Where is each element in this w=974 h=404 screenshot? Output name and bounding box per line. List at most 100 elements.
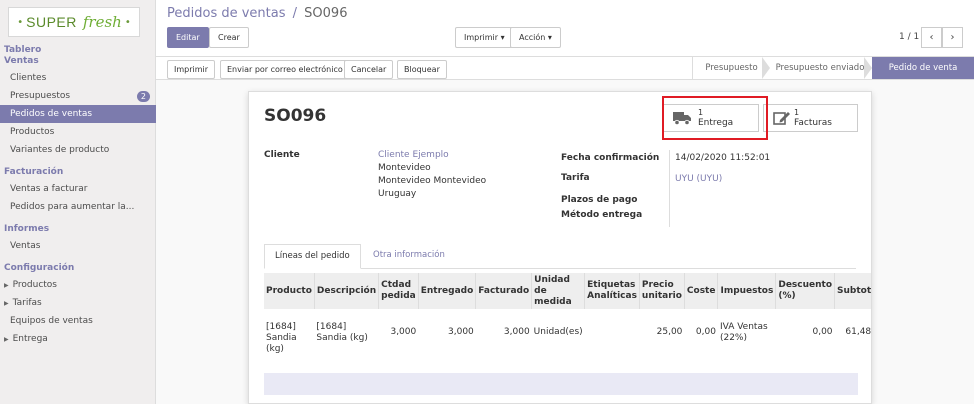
tab-order-lines[interactable]: Líneas del pedido (264, 244, 361, 269)
stage-arrow (864, 57, 872, 79)
sidebar-item-label: Clientes (10, 73, 47, 83)
col-header-entregado[interactable]: Entregado (417, 273, 476, 309)
sidebar-item-label: Ventas a facturar (10, 184, 88, 194)
pricelist-label: Tarifa (561, 173, 590, 183)
sidebar-item-label: Tarifas (12, 298, 42, 308)
cell-qty-invoiced: 3,000 (503, 327, 530, 337)
stage-presupuesto[interactable]: Presupuesto (692, 57, 770, 79)
field-divider (669, 150, 670, 227)
sidebar-item-label: Ventas (10, 241, 41, 251)
sidebar-item-cfg-entrega[interactable]: ▶ Entrega (0, 330, 156, 348)
cell-discount: 0,00 (812, 327, 833, 337)
delivery-method-label: Método entrega (561, 210, 643, 220)
breadcrumb-parent-link[interactable]: Pedidos de ventas (167, 6, 286, 21)
sidebar-item-pedidos-de-ventas[interactable]: Pedidos de ventas (0, 105, 156, 123)
invoice-label: Facturas (794, 118, 832, 128)
sidebar-item-presupuestos[interactable]: Presupuestos 2 (0, 87, 156, 105)
company-logo[interactable]: • SUPER fresh • (8, 7, 140, 37)
table-header-row: Producto Descripción Ctdad pedida Entreg… (264, 273, 871, 309)
col-header-ctdad[interactable]: Ctdad pedida (378, 273, 419, 309)
client-link[interactable]: Cliente Ejemplo (378, 150, 449, 160)
col-header-impuestos[interactable]: Impuestos (717, 273, 776, 309)
sidebar-item-label: Equipos de ventas (10, 316, 93, 326)
cell-subtotal: 61,48 (845, 327, 872, 337)
form-sheet: SO096 1 Entrega 1 Facturas Cliente Clien… (248, 91, 872, 404)
sidebar-item-label: Productos (10, 127, 55, 137)
status-bar: Imprimir Enviar por correo electrónico C… (156, 56, 974, 80)
pencil-square-icon (773, 112, 790, 125)
breadcrumb-current: SO096 (304, 6, 348, 21)
cell-cost: 0,00 (695, 327, 716, 337)
print-button[interactable]: Imprimir (167, 60, 216, 79)
confirmation-date-label: Fecha confirmación (561, 153, 660, 163)
pricelist-link[interactable]: UYU (UYU) (675, 174, 722, 184)
sidebar-item-clientes[interactable]: Clientes (0, 69, 156, 87)
pager-value[interactable]: 1 / 1 (899, 32, 919, 42)
invoice-count: 1 (794, 108, 800, 117)
create-button[interactable]: Crear (209, 27, 249, 48)
cell-product: [1684] Sandia (kg) (266, 322, 297, 354)
sidebar-head-configuracion[interactable]: Configuración (0, 263, 156, 274)
caret-right-icon: ▶ (4, 336, 9, 343)
action-dropdown[interactable]: Acción ▾ (510, 27, 561, 48)
sidebar-item-cfg-productos[interactable]: ▶ Productos (0, 276, 156, 294)
col-header-precio[interactable]: Precio unitario (638, 273, 685, 309)
sidebar-item-cfg-equipos[interactable]: Equipos de ventas (0, 312, 156, 330)
client-address-line2: Montevideo Montevideo (378, 176, 487, 186)
col-header-producto[interactable]: Producto (264, 273, 314, 309)
lock-button[interactable]: Bloquear (397, 60, 447, 79)
send-by-email-button[interactable]: Enviar por correo electrónico (220, 60, 350, 79)
table-row[interactable]: [1684] Sandia (kg) [1684] Sandia (kg) 3,… (264, 309, 872, 357)
col-header-coste[interactable]: Coste (683, 273, 718, 309)
col-header-unidad[interactable]: Unidad de medida (531, 273, 585, 309)
sidebar-item-pedidos-aumentar[interactable]: Pedidos para aumentar la... (0, 198, 156, 216)
print-dropdown[interactable]: Imprimir ▾ (455, 27, 514, 48)
tab-other-info[interactable]: Otra información (363, 244, 455, 269)
pager-next-button[interactable]: › (942, 27, 963, 48)
add-line-row[interactable] (264, 373, 858, 395)
cell-description: [1684] Sandia (kg) (316, 322, 368, 343)
col-header-descripcion[interactable]: Descripción (313, 273, 379, 309)
sidebar-item-label: Pedidos para aumentar la... (10, 202, 135, 212)
sidebar-head-ventas[interactable]: Ventas (0, 56, 156, 67)
sidebar-item-label: Productos (12, 280, 57, 290)
sidebar-head-informes[interactable]: Informes (0, 224, 156, 235)
sidebar-item-variantes[interactable]: Variantes de producto (0, 141, 156, 159)
sidebar-item-productos[interactable]: Productos (0, 123, 156, 141)
cell-qty-ordered: 3,000 (390, 327, 417, 337)
sidebar: • SUPER fresh • Tablero Ventas Clientes … (0, 0, 156, 404)
caret-right-icon: ▶ (4, 282, 9, 289)
cell-taxes: IVA Ventas (22%) (719, 322, 768, 343)
pager-previous-button[interactable]: ‹ (921, 27, 942, 48)
chevron-right-icon: › (950, 32, 955, 43)
cell-analytic-tags (585, 309, 640, 357)
col-header-etiquetas[interactable]: Etiquetas Analíticas (584, 273, 640, 309)
sidebar-head-tablero[interactable]: Tablero (0, 45, 156, 56)
chevron-left-icon: ‹ (929, 32, 934, 43)
sidebar-menu: Tablero Ventas Clientes Presupuestos 2 Pe… (0, 45, 156, 348)
highlight-box (662, 96, 768, 140)
cancel-button[interactable]: Cancelar (344, 60, 394, 79)
sidebar-item-ventas-a-facturar[interactable]: Ventas a facturar (0, 180, 156, 198)
stage-arrow (762, 57, 770, 79)
col-header-descuento[interactable]: Descuento (%) (775, 273, 835, 309)
stage-presupuesto-enviado[interactable]: Presupuesto enviado (770, 57, 870, 79)
order-name: SO096 (264, 106, 327, 126)
breadcrumb-separator: / (292, 6, 298, 21)
breadcrumb: Pedidos de ventas / SO096 (167, 6, 347, 21)
client-address-line1: Montevideo (378, 163, 431, 173)
sidebar-head-facturacion[interactable]: Facturación (0, 167, 156, 178)
col-header-facturado[interactable]: Facturado (475, 273, 532, 309)
sidebar-item-cfg-tarifas[interactable]: ▶ Tarifas (0, 294, 156, 312)
order-lines-table: Producto Descripción Ctdad pedida Entreg… (264, 273, 872, 357)
sidebar-item-label: Variantes de producto (10, 145, 110, 155)
notebook-tabs: Líneas del pedido Otra información (264, 244, 856, 269)
sidebar-item-label: Presupuestos (10, 91, 71, 101)
confirmation-date-value: 14/02/2020 11:52:01 (675, 153, 771, 163)
edit-button[interactable]: Editar (167, 27, 209, 48)
sidebar-item-informes-ventas[interactable]: Ventas (0, 237, 156, 255)
logo-dot-right: • (124, 16, 131, 28)
col-header-subtotal[interactable]: Subtot (834, 273, 871, 309)
stage-pedido-de-venta[interactable]: Pedido de venta (872, 57, 974, 79)
invoices-smart-button[interactable]: 1 Facturas (763, 104, 858, 132)
